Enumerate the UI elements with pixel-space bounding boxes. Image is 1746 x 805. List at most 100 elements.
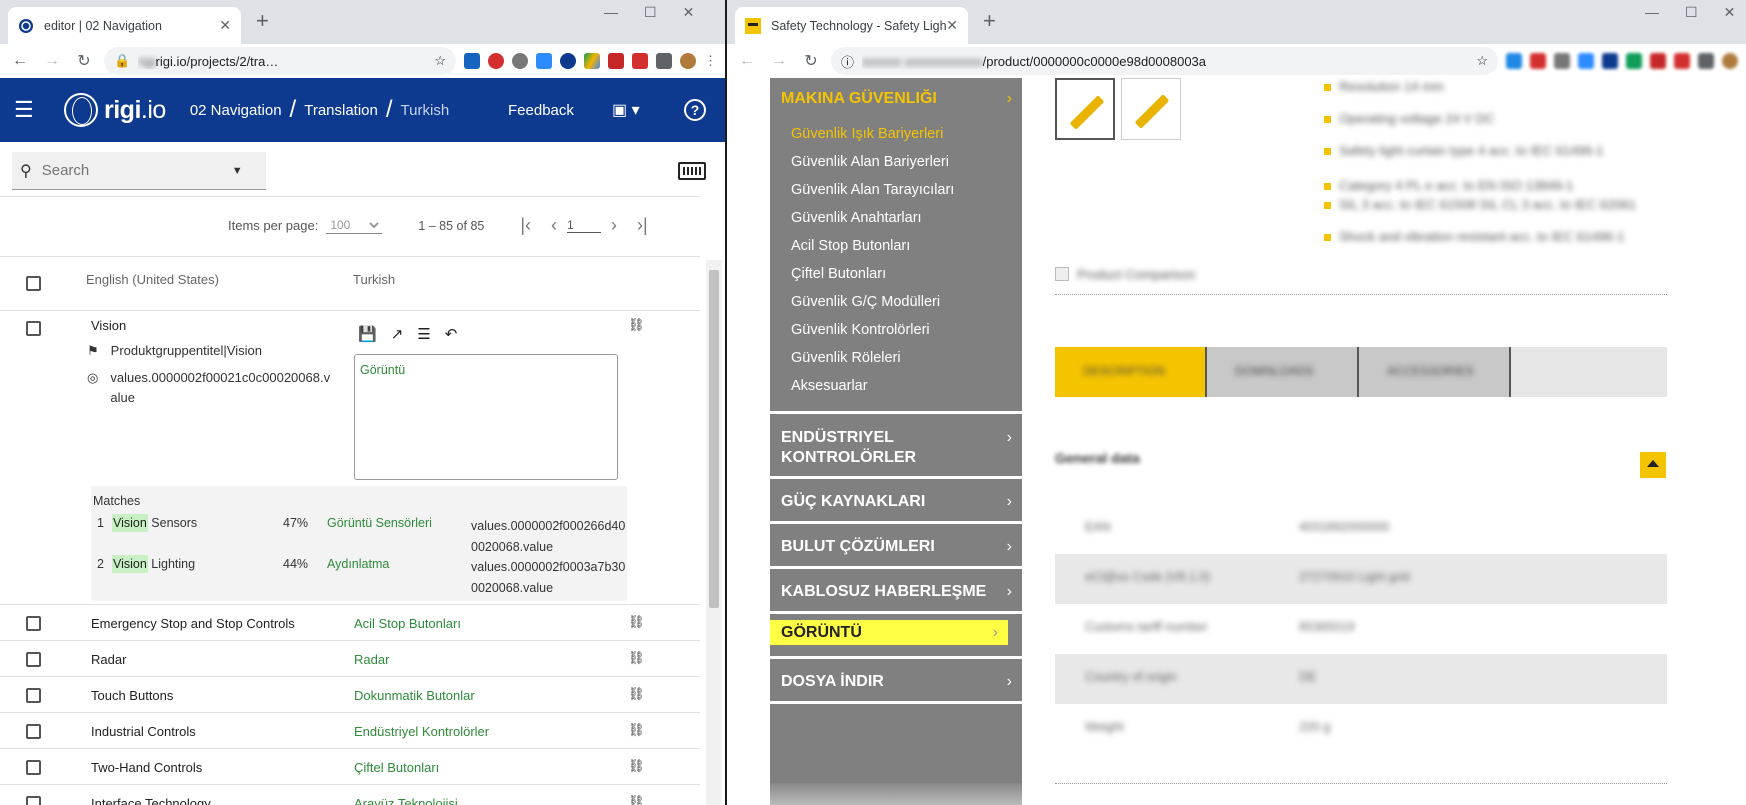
search-field[interactable]: ⚲ ▼ xyxy=(12,152,266,190)
target-text[interactable]: Arayüz Teknolojisi xyxy=(354,796,458,805)
translation-textarea[interactable]: Görüntü xyxy=(354,354,618,480)
sidebar-item[interactable]: Güvenlik Alan Tarayıcıları xyxy=(791,182,954,198)
link-icon[interactable]: ⛓ xyxy=(628,794,645,805)
tab-downloads[interactable]: DOWNLOADS xyxy=(1207,347,1359,397)
row-checkbox[interactable] xyxy=(26,652,41,667)
row-checkbox[interactable] xyxy=(26,760,41,775)
extension-icon[interactable] xyxy=(1626,53,1642,69)
sidebar-item-light-curtains[interactable]: Güvenlik Işık Bariyerleri xyxy=(791,126,943,142)
collapse-up-icon[interactable] xyxy=(1640,452,1666,478)
sidebar-section-downloads[interactable]: DOSYA İNDIR › xyxy=(770,673,1022,691)
link-icon[interactable]: ⛓ xyxy=(628,650,645,666)
drive-extension-icon[interactable] xyxy=(584,53,600,69)
menu-dots-icon[interactable]: ⋮ xyxy=(704,53,717,69)
sidebar-section-industrial-controls[interactable]: ENDÜSTRIYEL KONTROLÖRLER › xyxy=(770,428,1012,468)
sidebar-section-wireless[interactable]: KABLOSUZ HABERLEŞME › xyxy=(770,583,1022,601)
target-text[interactable]: Dokunmatik Butonlar xyxy=(354,688,475,703)
extension-icon[interactable] xyxy=(1554,53,1570,69)
rigi-logo[interactable]: rigi.io xyxy=(64,93,166,127)
extension-icon[interactable] xyxy=(1674,53,1690,69)
new-tab-button[interactable]: + xyxy=(256,8,269,34)
target-text[interactable]: Radar xyxy=(354,652,389,667)
table-row[interactable]: Interface Technology Arayüz Teknolojisi … xyxy=(0,784,700,805)
tab-description[interactable]: DESCRIPTION xyxy=(1055,347,1207,397)
extension-icon[interactable] xyxy=(1650,53,1666,69)
maximize-icon[interactable]: ☐ xyxy=(1685,4,1698,21)
chevron-down-icon[interactable]: ▼ xyxy=(232,165,243,177)
link-icon[interactable]: ⛓ xyxy=(628,614,645,630)
sidebar-item[interactable]: Güvenlik Alan Bariyerleri xyxy=(791,154,949,170)
address-bar[interactable]: 🔒 rigirigi.io/projects/2/tra… ☆ xyxy=(104,47,456,75)
first-page-icon[interactable]: |‹ xyxy=(520,215,531,236)
link-icon[interactable]: ⛓ xyxy=(628,317,645,333)
back-icon[interactable]: ← xyxy=(735,52,759,70)
keyboard-icon[interactable] xyxy=(678,162,706,180)
avatar[interactable] xyxy=(680,53,696,69)
product-thumbnail[interactable] xyxy=(1055,78,1115,140)
open-external-icon[interactable]: ↗ xyxy=(391,325,404,343)
tab-accessories[interactable]: ACCESSORIES xyxy=(1359,347,1511,397)
link-icon[interactable]: ⛓ xyxy=(628,686,645,702)
hamburger-menu-icon[interactable]: ☰ xyxy=(14,97,40,123)
sidebar-section-machine-safety[interactable]: MAKINA GÜVENLIĞI › xyxy=(770,90,1022,108)
sidebar-item[interactable]: Çiftel Butonları xyxy=(791,266,886,282)
extension-icon[interactable] xyxy=(464,53,480,69)
minimize-icon[interactable]: — xyxy=(1645,4,1659,21)
table-row[interactable]: Touch Buttons Dokunmatik Butonlar ⛓ xyxy=(0,676,700,712)
sidebar-item[interactable]: Acil Stop Butonları xyxy=(791,238,910,254)
extension-icon[interactable] xyxy=(632,53,648,69)
minimize-icon[interactable]: — xyxy=(604,4,618,21)
reload-icon[interactable]: ↻ xyxy=(799,51,823,71)
row-checkbox[interactable] xyxy=(26,724,41,739)
prev-page-icon[interactable]: ‹ xyxy=(551,215,557,236)
avatar[interactable] xyxy=(1722,53,1738,69)
feedback-button[interactable]: Feedback xyxy=(508,102,574,119)
close-window-icon[interactable]: ✕ xyxy=(1724,4,1736,21)
puzzle-icon[interactable] xyxy=(656,53,672,69)
table-row[interactable]: Industrial Controls Endüstriyel Kontrolö… xyxy=(0,712,700,748)
next-page-icon[interactable]: › xyxy=(611,215,617,236)
rigi-extension-icon[interactable] xyxy=(560,53,576,69)
browser-tab-editor[interactable]: editor | 02 Navigation ✕ xyxy=(8,7,241,44)
target-text[interactable]: Çiftel Butonları xyxy=(354,760,439,775)
page-input[interactable]: 1 xyxy=(567,218,602,233)
forward-icon[interactable]: → xyxy=(40,52,64,70)
sidebar-item[interactable]: Aksesuarlar xyxy=(791,378,868,394)
browser-tab-product[interactable]: Safety Technology - Safety Light ✕ xyxy=(735,7,968,44)
breadcrumb-project[interactable]: 02 Navigation xyxy=(190,102,282,119)
sidebar-item[interactable]: Güvenlik Kontrolörleri xyxy=(791,322,930,338)
compare-checkbox[interactable] xyxy=(1055,267,1069,281)
account-menu-icon[interactable]: ▣ ▾ xyxy=(612,100,640,120)
sidebar-section-cloud[interactable]: BULUT ÇÖZÜMLERI › xyxy=(770,538,1022,556)
close-tab-icon[interactable]: ✕ xyxy=(946,17,958,34)
table-row[interactable]: Two-Hand Controls Çiftel Butonları ⛓ xyxy=(0,748,700,784)
link-icon[interactable]: ⛓ xyxy=(628,758,645,774)
select-all-checkbox[interactable] xyxy=(26,276,41,291)
sidebar-section-power-supplies[interactable]: GÜÇ KAYNAKLARI › xyxy=(770,493,1022,511)
close-window-icon[interactable]: ✕ xyxy=(683,4,695,21)
table-row[interactable]: Emergency Stop and Stop Controls Acil St… xyxy=(0,604,700,640)
last-page-icon[interactable]: ›| xyxy=(637,215,648,236)
scrollbar[interactable] xyxy=(706,260,722,805)
sidebar-section-vision-highlighted[interactable]: GÖRÜNTÜ › xyxy=(770,620,1008,645)
sidebar-item[interactable]: Güvenlik Röleleri xyxy=(791,350,901,366)
sidebar-item[interactable]: Güvenlik Anahtarları xyxy=(791,210,922,226)
forward-icon[interactable]: → xyxy=(767,52,791,70)
target-text[interactable]: Acil Stop Butonları xyxy=(354,616,461,631)
product-thumbnail[interactable] xyxy=(1121,78,1181,140)
star-icon[interactable]: ☆ xyxy=(434,53,446,69)
pdf-extension-icon[interactable] xyxy=(608,53,624,69)
help-icon[interactable]: ? xyxy=(684,99,706,121)
maximize-icon[interactable]: ☐ xyxy=(644,4,657,21)
extension-icon[interactable] xyxy=(1602,53,1618,69)
zoom-extension-icon[interactable] xyxy=(536,53,552,69)
extension-icon[interactable] xyxy=(1506,53,1522,69)
row-checkbox[interactable] xyxy=(26,796,41,805)
extension-icon[interactable] xyxy=(512,53,528,69)
undo-icon[interactable]: ↶ xyxy=(445,325,458,343)
breadcrumb-translation[interactable]: Translation xyxy=(304,102,378,119)
address-bar[interactable]: ⓘ xxxxxx xxxxxxxxxxxx/product/0000000c00… xyxy=(831,47,1498,75)
extension-icon[interactable] xyxy=(1578,53,1594,69)
link-icon[interactable]: ⛓ xyxy=(628,722,645,738)
extension-icon[interactable] xyxy=(1530,53,1546,69)
